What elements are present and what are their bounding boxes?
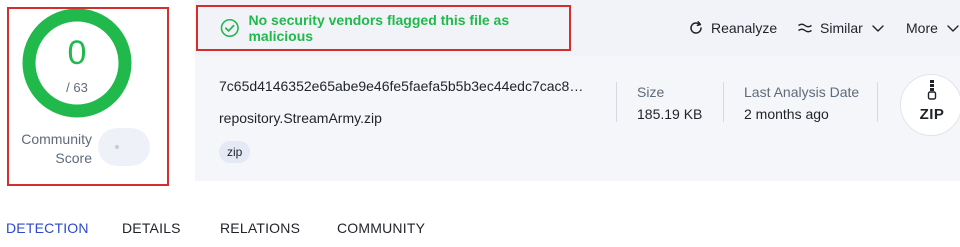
file-type-badge: ZIP	[900, 74, 960, 136]
reanalyze-button[interactable]: Reanalyze	[688, 16, 777, 40]
last-analysis-label: Last Analysis Date	[744, 84, 860, 100]
check-circle-icon	[220, 18, 239, 38]
divider	[616, 82, 617, 122]
tab-bar: DETECTION DETAILS RELATIONS COMMUNITY	[0, 220, 960, 247]
file-type-label: ZIP	[919, 106, 945, 123]
file-hash[interactable]: 7c65d4146352e65abe9e46fe5faefa5b5b3ec44e…	[219, 78, 591, 94]
tab-relations[interactable]: RELATIONS	[220, 220, 300, 236]
size-value: 185.19 KB	[637, 106, 703, 122]
similar-label: Similar	[820, 20, 863, 36]
tab-community[interactable]: COMMUNITY	[337, 220, 425, 236]
more-dropdown[interactable]: More	[906, 16, 960, 40]
zip-file-icon	[927, 80, 937, 100]
reanalyze-label: Reanalyze	[711, 20, 778, 36]
tab-details[interactable]: DETAILS	[122, 220, 181, 236]
status-banner: No security vendors flagged this file as…	[196, 5, 571, 51]
highlight-box-score	[7, 7, 169, 186]
more-label: More	[906, 20, 938, 36]
chevron-down-icon	[872, 25, 884, 32]
tab-detection[interactable]: DETECTION	[6, 220, 89, 236]
file-name: repository.StreamArmy.zip	[219, 110, 382, 126]
divider	[877, 82, 878, 122]
status-message: No security vendors flagged this file as…	[248, 12, 510, 44]
size-label: Size	[637, 84, 665, 100]
reanalyze-icon	[690, 21, 702, 34]
similar-dropdown[interactable]: Similar	[797, 16, 886, 40]
similar-icon	[798, 23, 812, 33]
divider	[723, 82, 724, 122]
last-analysis-value: 2 months ago	[744, 106, 829, 122]
file-tag[interactable]: zip	[219, 141, 251, 163]
chevron-down-icon	[947, 25, 959, 32]
